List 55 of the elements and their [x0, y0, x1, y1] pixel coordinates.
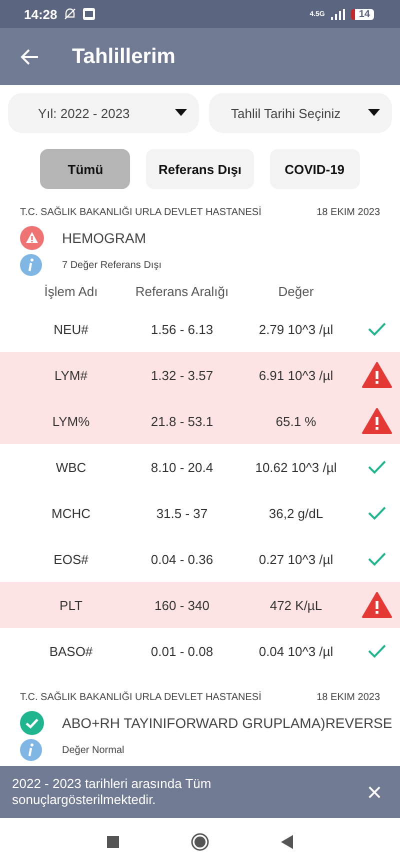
snackbar-message: 2022 - 2023 tarihleri arasında Tüm sonuçlargösterilmektedir. [12, 776, 212, 808]
result-date: 18 EKIM 2023 [316, 692, 380, 703]
table-cell-text: 0.27 10^3 /µl [258, 552, 334, 566]
table-cell-text: BASO# [48, 644, 94, 658]
result-summary: Değer Normal [62, 744, 124, 756]
test-name: HEMOGRAM [62, 230, 146, 246]
app-icon [83, 8, 96, 20]
dropdown[interactable]: Yıl: 2022 - 2023 [8, 93, 199, 133]
table-cell-text: 472 K/µL [268, 598, 324, 612]
info-icon [20, 254, 42, 276]
back-icon[interactable] [281, 835, 293, 849]
table-cell-text: PLT [58, 598, 84, 612]
table-cell-text: WBC [54, 460, 88, 474]
table-cell-text: 0.04 10^3 /µl [258, 644, 334, 658]
filter-tab[interactable]: COVID-19 [270, 149, 360, 189]
info-icon [20, 739, 42, 761]
table-cell-text: 6.91 10^3 /µl [258, 368, 334, 382]
close-button[interactable]: × [360, 776, 388, 808]
table-cell-text: 1.56 - 6.13 [150, 322, 214, 336]
table-cell-text: 31.5 - 37 [155, 506, 209, 520]
status-time: 14:28 [24, 6, 58, 22]
table-cell-text: 65.1 % [274, 414, 318, 428]
table-cell-text: 21.8 - 53.1 [150, 414, 214, 428]
filter-tab[interactable]: Tümü [40, 149, 130, 189]
caret-icon [368, 109, 380, 117]
test-name: ABO+RH TAYINIFORWARD GRUPLAMA)REVERSE [62, 715, 392, 731]
table-cell-text: 0.01 - 0.08 [150, 644, 214, 658]
table-cell-text: NEU# [52, 322, 90, 336]
hospital-name: T.C. SAĞLIK BAKANLIĞI URLA DEVLET HASTANESİ [20, 692, 262, 703]
signal-icon [330, 8, 345, 20]
column-header: İşlem Adı [43, 284, 99, 298]
table-cell-text: MCHC [50, 506, 92, 520]
dropdown[interactable]: Tahlil Tarihi Seçiniz [209, 93, 392, 133]
table-cell-text: LYM% [51, 414, 91, 428]
result-summary: 7 Değer Referans Dışı [62, 260, 162, 270]
battery-level: 14 [350, 8, 374, 20]
result-date: 18 EKIM 2023 [316, 207, 380, 218]
hospital-name: T.C. SAĞLIK BAKANLIĞI URLA DEVLET HASTANESİ [20, 207, 262, 218]
bell-off-icon [63, 7, 78, 21]
column-header: Referans Aralığı [134, 284, 230, 298]
table-cell-text: 8.10 - 20.4 [150, 460, 214, 474]
table-cell-text: 160 - 340 [154, 598, 210, 612]
table-cell-text: 1.32 - 3.57 [150, 368, 214, 382]
table-cell-text: EOS# [52, 552, 90, 566]
table-cell-text: LYM# [54, 368, 88, 382]
column-header: Değer [277, 284, 315, 298]
table-cell-text: 10.62 10^3 /µl [254, 460, 338, 474]
filter-tab[interactable]: Referans Dışı [146, 149, 254, 189]
table-cell-text: 2.79 10^3 /µl [258, 322, 334, 336]
table-cell-text: 36,2 g/dL [268, 506, 324, 520]
page-title: Tahlillerim [72, 44, 176, 68]
caret-icon [175, 109, 187, 117]
back-arrow-icon [20, 46, 40, 66]
table-cell-text: 0.04 - 0.36 [150, 552, 214, 566]
home-icon[interactable] [191, 833, 209, 851]
